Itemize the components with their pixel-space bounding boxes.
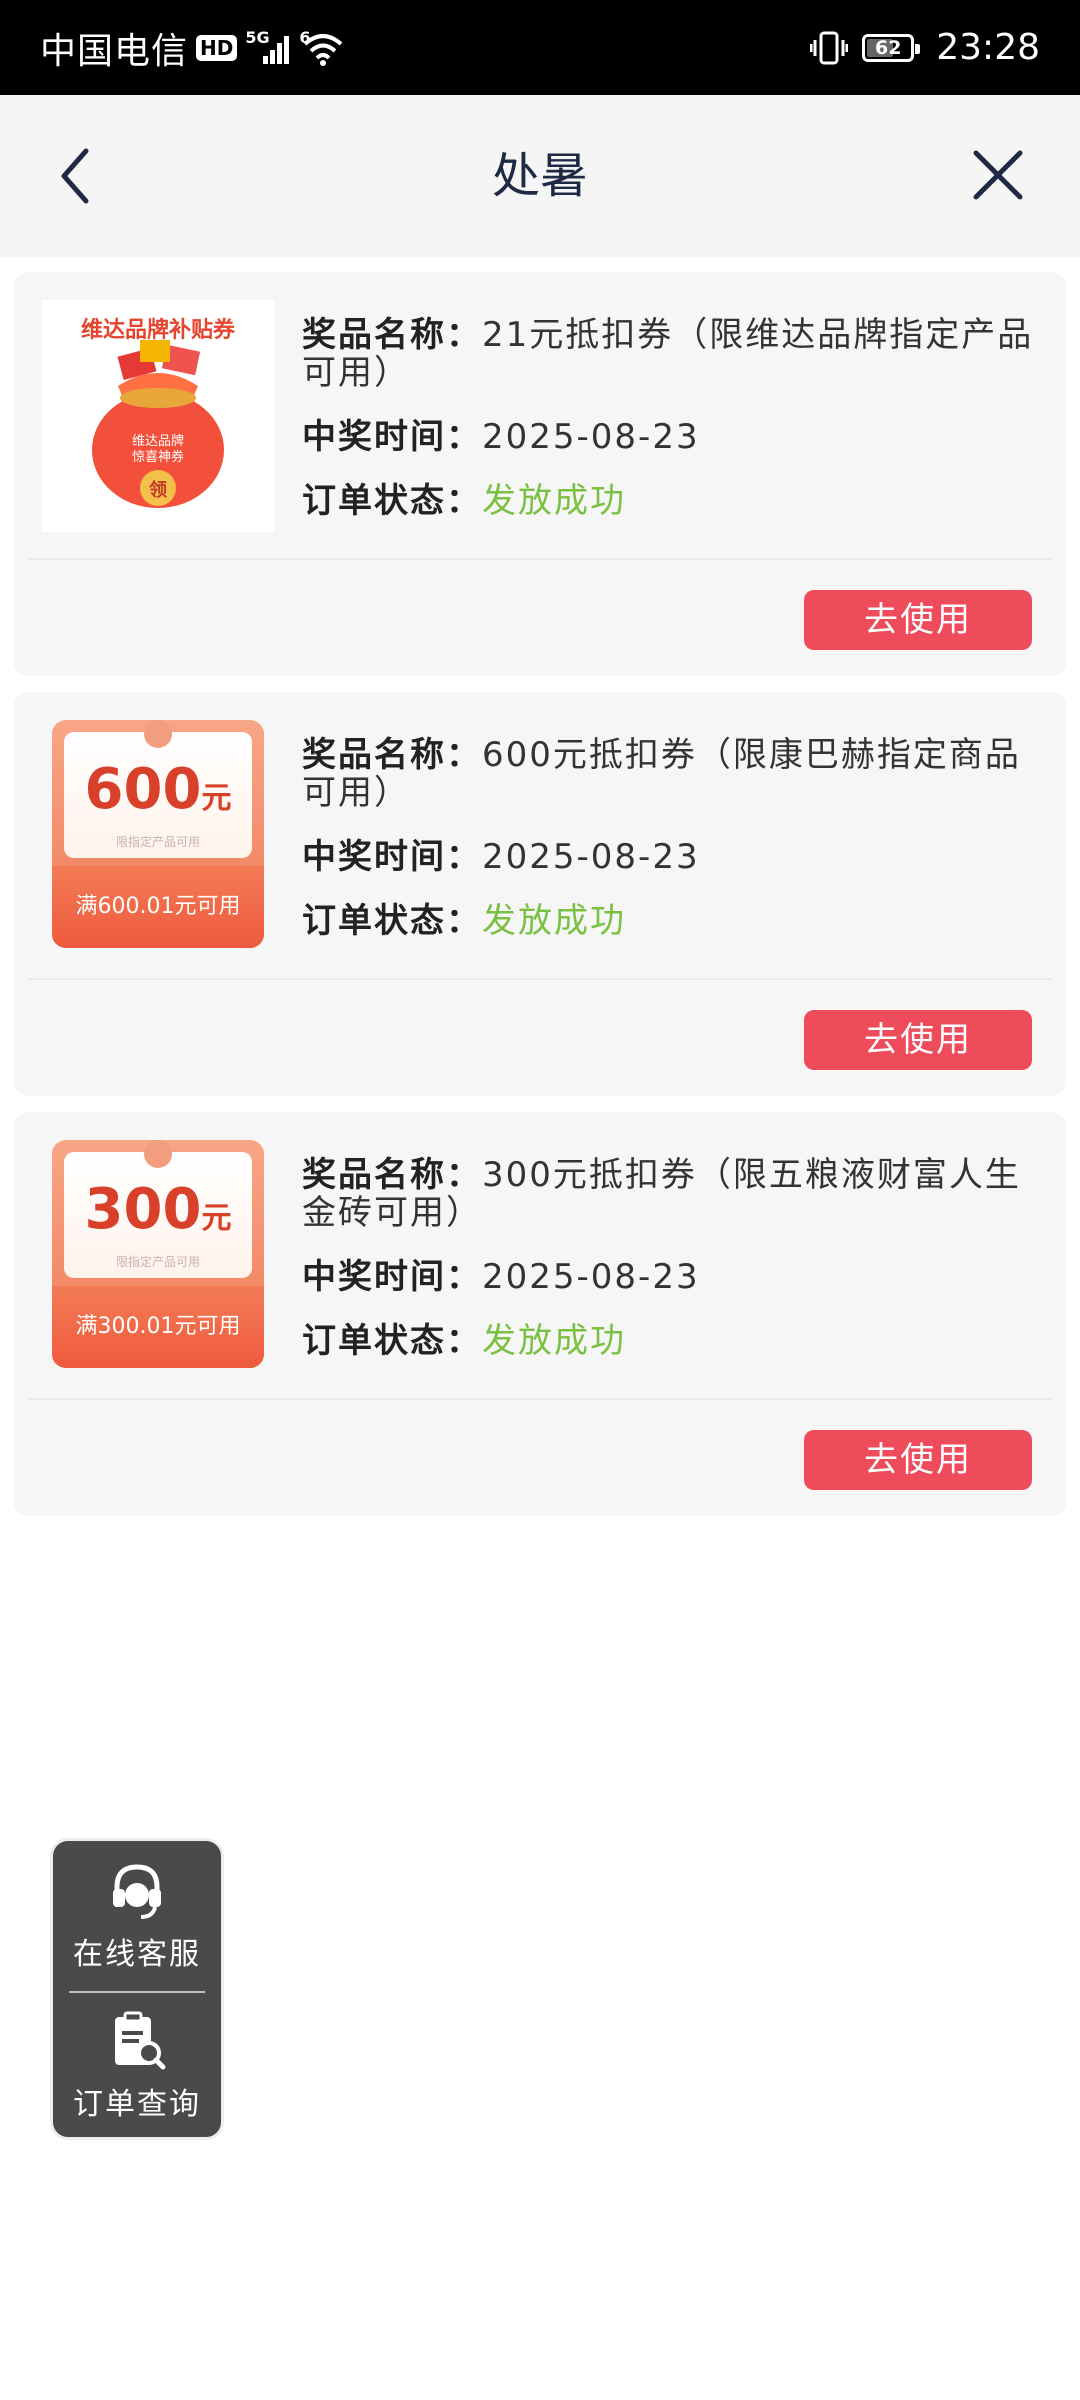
win-time-label: 中奖时间： <box>302 837 482 877</box>
prize-info: 奖品名称：300元抵扣券（限五粮液财富人生金砖可用） 中奖时间：2025-08-… <box>302 1156 1036 1386</box>
win-time: 2025-08-23 <box>482 837 700 877</box>
online-service-button[interactable]: 在线客服 <box>53 1841 221 1981</box>
coupon-note: 限指定产品可用 <box>115 1255 200 1269</box>
divider <box>28 558 1052 560</box>
coupon-unit: 元 <box>201 1201 232 1236</box>
clock: 23:28 <box>936 27 1040 68</box>
coupon-amount: 600 <box>84 757 202 822</box>
wifi-icon: 6 <box>299 28 343 68</box>
hd-badge: HD <box>196 34 238 61</box>
divider <box>28 978 1052 980</box>
order-status: 发放成功 <box>482 901 626 941</box>
prize-image-bag: 维达品牌补贴券 维达品牌 惊喜神券 领 <box>42 300 274 532</box>
order-status: 发放成功 <box>482 481 626 521</box>
prize-info: 奖品名称：600元抵扣券（限康巴赫指定商品可用） 中奖时间：2025-08-23… <box>302 736 1036 966</box>
coupon-graphic: 300元 限指定产品可用 满300.01元可用 <box>52 1140 264 1368</box>
coupon-condition: 满600.01元可用 <box>52 866 264 948</box>
divider <box>28 1398 1052 1400</box>
order-search-icon <box>115 2011 166 2070</box>
use-button[interactable]: 去使用 <box>804 1430 1032 1490</box>
order-status-label: 订单状态： <box>302 901 482 941</box>
coupon-graphic: 600元 限指定产品可用 满600.01元可用 <box>52 720 264 948</box>
prize-list: 维达品牌补贴券 维达品牌 惊喜神券 领 奖品名称：21元抵扣券（限维达品牌指定产… <box>14 272 1066 1532</box>
thumb-bag-badge: 领 <box>149 480 167 501</box>
prize-image-coupon: 600元 限指定产品可用 满600.01元可用 <box>42 720 274 952</box>
prize-card: 维达品牌补贴券 维达品牌 惊喜神券 领 奖品名称：21元抵扣券（限维达品牌指定产… <box>14 272 1066 676</box>
carrier-name: 中国电信 <box>40 30 189 72</box>
thumb-bag-text: 维达品牌 惊喜神券 <box>131 434 184 465</box>
close-icon[interactable] <box>970 147 1026 203</box>
prize-name-label: 奖品名称： <box>302 735 482 775</box>
order-status-label: 订单状态： <box>302 1321 482 1361</box>
signal-icon: 5G <box>245 28 291 68</box>
coupon-unit: 元 <box>201 781 232 816</box>
prize-name-label: 奖品名称： <box>302 1155 482 1195</box>
thumb-title: 维达品牌补贴券 <box>80 318 235 343</box>
coupon-amount: 300 <box>84 1177 202 1242</box>
headset-icon <box>113 1864 161 1919</box>
use-button[interactable]: 去使用 <box>804 1010 1032 1070</box>
nav-bar: 处暑 <box>0 95 1080 257</box>
win-time: 2025-08-23 <box>482 417 700 457</box>
battery-level-text: 62 <box>875 36 902 59</box>
online-service-label: 在线客服 <box>73 1937 201 1972</box>
floating-service-panel: 在线客服 订单查询 <box>50 1838 224 2140</box>
vibrate-icon <box>810 31 849 64</box>
page-title: 处暑 <box>491 148 588 204</box>
prize-info: 奖品名称：21元抵扣券（限维达品牌指定产品可用） 中奖时间：2025-08-23… <box>302 316 1036 546</box>
win-time-label: 中奖时间： <box>302 1257 482 1297</box>
prize-name-label: 奖品名称： <box>302 315 482 355</box>
coupon-condition: 满300.01元可用 <box>52 1286 264 1368</box>
order-query-label: 订单查询 <box>73 2087 201 2122</box>
win-time: 2025-08-23 <box>482 1257 700 1297</box>
battery-icon: 62 <box>862 33 921 62</box>
win-time-label: 中奖时间： <box>302 417 482 457</box>
status-bar: 中国电信 HD 5G 6 62 23:28 <box>0 0 1080 95</box>
order-query-button[interactable]: 订单查询 <box>53 1991 221 2131</box>
coupon-note: 限指定产品可用 <box>115 835 200 849</box>
use-button[interactable]: 去使用 <box>804 590 1032 650</box>
prize-card: 600元 限指定产品可用 满600.01元可用 奖品名称：600元抵扣券（限康巴… <box>14 692 1066 1096</box>
order-status-label: 订单状态： <box>302 481 482 521</box>
order-status: 发放成功 <box>482 1321 626 1361</box>
prize-card: 300元 限指定产品可用 满300.01元可用 奖品名称：300元抵扣券（限五粮… <box>14 1112 1066 1516</box>
prize-image-coupon: 300元 限指定产品可用 满300.01元可用 <box>42 1140 274 1372</box>
